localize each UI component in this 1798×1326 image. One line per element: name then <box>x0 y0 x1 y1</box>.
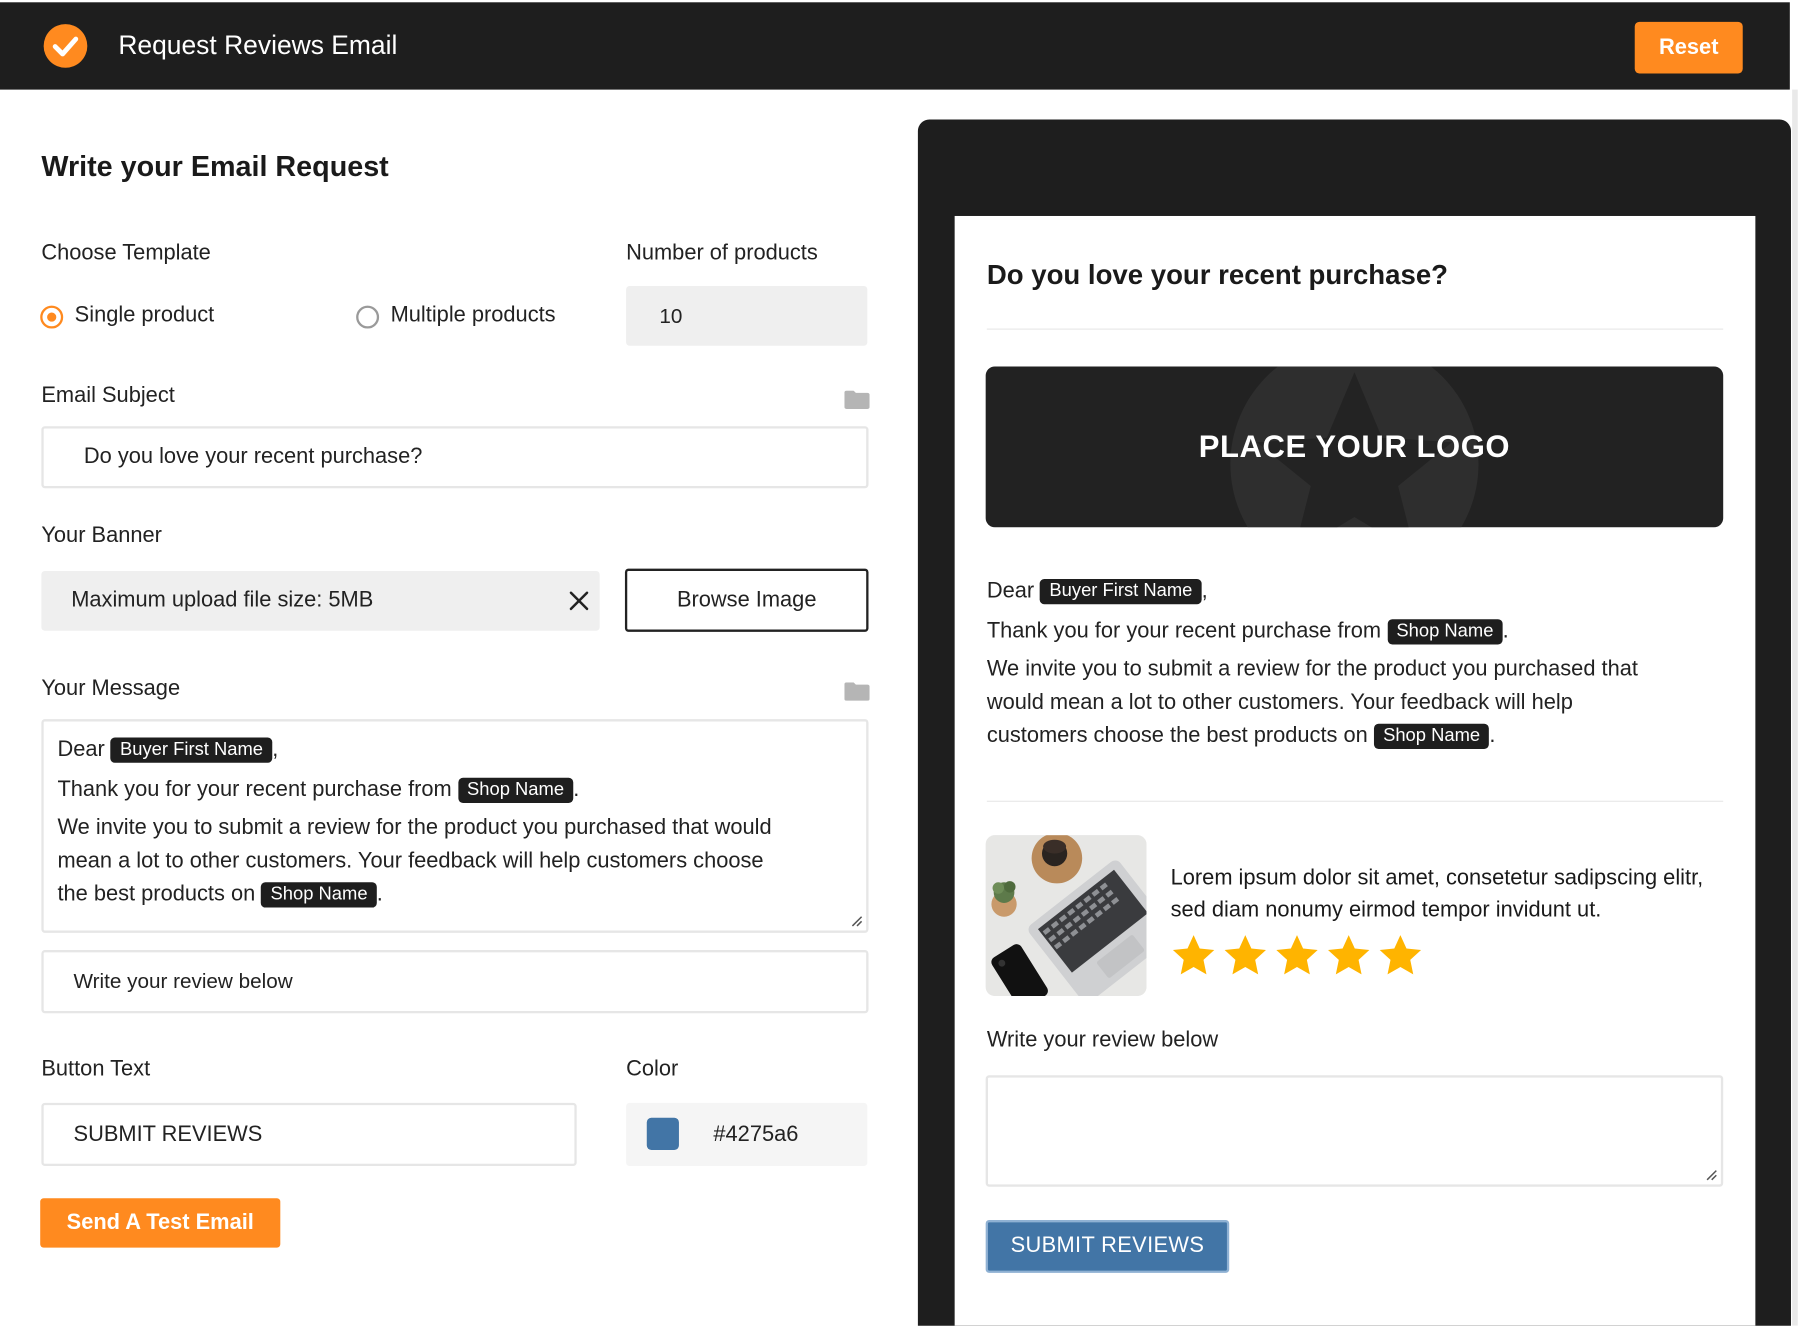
num-products-value: 10 <box>659 303 683 327</box>
color-label: Color <box>626 1056 679 1082</box>
send-test-email-button[interactable]: Send A Test Email <box>40 1198 281 1248</box>
preview-line-greeting: Dear Buyer First Name, <box>986 578 1208 605</box>
message-line-invite-3: the best products on Shop Name. <box>57 882 383 908</box>
color-value: #4275a6 <box>713 1121 799 1146</box>
radio-multiple-products-label[interactable]: Multiple products <box>391 303 556 328</box>
preview-review-textarea[interactable] <box>985 1075 1724 1187</box>
resize-handle-icon[interactable] <box>1704 1167 1718 1181</box>
button-text-label: Button Text <box>41 1056 151 1082</box>
preview-line-invite-1: We invite you to submit a review for the… <box>986 657 1638 682</box>
button-text-value: SUBMIT REVIEWS <box>73 1121 263 1146</box>
shop-name-tag: Shop Name <box>1387 619 1503 645</box>
banner-label: Your Banner <box>41 523 162 548</box>
divider <box>986 800 1724 802</box>
subject-value: Do you love your recent purchase? <box>83 444 423 469</box>
banner-hint: Maximum upload file size: 5MB <box>71 588 374 613</box>
message-line-thanks: Thank you for your recent purchase from … <box>57 777 580 804</box>
browse-image-button[interactable]: Browse Image <box>624 568 869 632</box>
star-icon <box>1172 935 1215 975</box>
preview-heading: Do you love your recent purchase? <box>986 259 1448 291</box>
preview-review-label: Write your review below <box>986 1028 1219 1053</box>
buyer-first-name-tag[interactable]: Buyer First Name <box>110 737 273 763</box>
star-icon <box>1328 935 1370 975</box>
radio-single-product[interactable] <box>40 305 64 329</box>
preview-line-invite-2: would mean a lot to other customers. You… <box>986 690 1573 715</box>
resize-handle-icon[interactable] <box>849 913 863 927</box>
review-prompt-input[interactable]: Write your review below <box>41 950 869 1014</box>
shop-name-tag: Shop Name <box>1373 723 1490 750</box>
message-editor[interactable]: Dear Buyer First Name, Thank you for you… <box>41 719 869 933</box>
preview-line-invite-3: customers choose the best products on Sh… <box>986 723 1496 750</box>
message-line-invite-1: We invite you to submit a review for the… <box>57 815 772 840</box>
close-icon[interactable] <box>569 590 590 611</box>
template-label: Choose Template <box>41 241 211 266</box>
num-products-input[interactable]: 10 <box>626 286 868 346</box>
shop-name-tag[interactable]: Shop Name <box>457 777 574 804</box>
review-prompt-value: Write your review below <box>73 969 293 993</box>
top-bar: Request Reviews Email Reset <box>0 2 1790 90</box>
logo-placeholder: PLACE YOUR LOGO <box>1198 429 1511 464</box>
radio-single-product-label[interactable]: Single product <box>75 303 215 328</box>
preview-message: Dear Buyer First Name, Thank you for you… <box>987 574 1723 752</box>
star-icon <box>1224 935 1266 975</box>
divider <box>986 328 1724 330</box>
folder-icon[interactable] <box>844 682 870 701</box>
color-swatch[interactable] <box>646 1117 679 1150</box>
product-image <box>985 835 1147 997</box>
num-products-label: Number of products <box>626 241 818 266</box>
message-line-invite-2: mean a lot to other customers. Your feed… <box>57 848 764 874</box>
subject-label: Email Subject <box>41 383 175 408</box>
preview-submit-button[interactable]: SUBMIT REVIEWS <box>985 1220 1230 1273</box>
page-title: Request Reviews Email <box>118 29 398 60</box>
message-label: Your Message <box>41 676 181 701</box>
product-description: Lorem ipsum dolor sit amet, consetetur s… <box>1170 866 1704 923</box>
logo-banner: PLACE YOUR LOGO <box>985 366 1724 528</box>
message-line-greeting: Dear Buyer First Name, <box>57 737 279 763</box>
folder-icon[interactable] <box>844 390 870 409</box>
shop-name-tag[interactable]: Shop Name <box>261 882 377 908</box>
radio-multiple-products[interactable] <box>356 305 380 329</box>
star-icon <box>1379 935 1422 975</box>
check-circle-icon <box>43 24 88 68</box>
banner-upload-field[interactable]: Maximum upload file size: 5MB <box>41 570 600 631</box>
button-text-input[interactable]: SUBMIT REVIEWS <box>41 1102 577 1167</box>
form-title: Write your Email Request <box>41 150 389 183</box>
scrollbar[interactable] <box>1792 89 1798 1326</box>
star-icon <box>1276 935 1318 975</box>
subject-input[interactable]: Do you love your recent purchase? <box>41 426 869 489</box>
reset-button[interactable]: Reset <box>1634 21 1743 74</box>
buyer-first-name-tag: Buyer First Name <box>1040 578 1202 605</box>
preview-line-thanks: Thank you for your recent purchase from … <box>986 619 1509 645</box>
